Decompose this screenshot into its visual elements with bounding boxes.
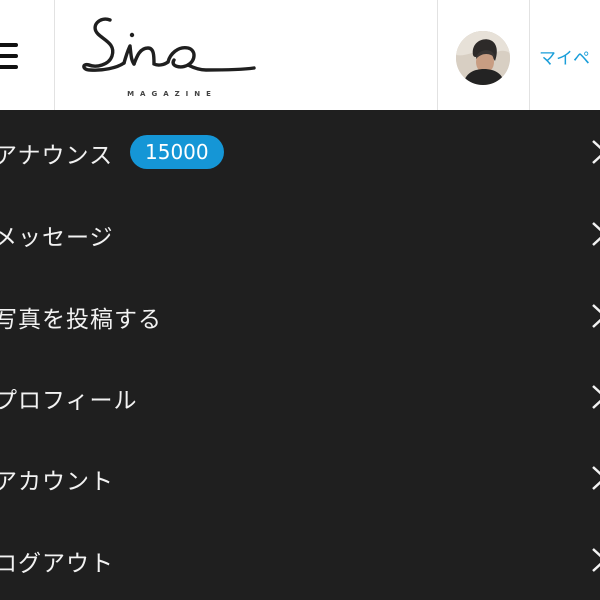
menu-item-account[interactable]: アカウント — [0, 436, 600, 518]
header-divider — [529, 0, 530, 110]
menu-item-label: プロフィール — [0, 388, 138, 414]
menu-item-label: メッセージ — [0, 225, 114, 251]
chevron-right-icon — [592, 466, 600, 490]
chevron-right-icon — [592, 222, 600, 246]
user-avatar[interactable] — [456, 31, 510, 85]
menu-item-messages[interactable]: メッセージ — [0, 192, 600, 274]
menu-item-announcements[interactable]: アナウンス 15000 — [0, 110, 600, 192]
menu-item-label: アナウンス — [0, 143, 114, 169]
logo-subtitle: MAGAZINE — [127, 90, 217, 98]
hamburger-bar — [0, 65, 18, 69]
hamburger-menu-icon[interactable] — [0, 40, 20, 72]
chevron-right-icon — [592, 140, 600, 164]
notification-count-badge: 15000 — [130, 135, 224, 169]
side-menu: アナウンス 15000 メッセージ 写真を投稿する プロフィール アカウント ロ… — [0, 110, 600, 600]
menu-item-post-photo[interactable]: 写真を投稿する — [0, 274, 600, 356]
hamburger-bar — [0, 43, 18, 47]
chevron-right-icon — [592, 548, 600, 572]
chevron-right-icon — [592, 385, 600, 409]
mypage-link[interactable]: マイペ — [539, 44, 590, 69]
site-header: MAGAZINE マイペ — [0, 0, 600, 110]
chevron-right-icon — [592, 304, 600, 328]
header-divider — [54, 0, 55, 110]
header-divider — [437, 0, 438, 110]
app-root: MAGAZINE マイペ アナウンス 15000 メッセージ 写真を投稿する プ… — [0, 0, 600, 600]
menu-item-label: 写真を投稿する — [0, 307, 162, 333]
menu-item-logout[interactable]: ログアウト — [0, 518, 600, 600]
menu-item-profile[interactable]: プロフィール — [0, 355, 600, 437]
avatar-photo-icon — [456, 31, 510, 85]
menu-item-label: ログアウト — [0, 551, 114, 577]
hamburger-bar — [0, 54, 18, 58]
menu-item-label: アカウント — [0, 469, 114, 495]
